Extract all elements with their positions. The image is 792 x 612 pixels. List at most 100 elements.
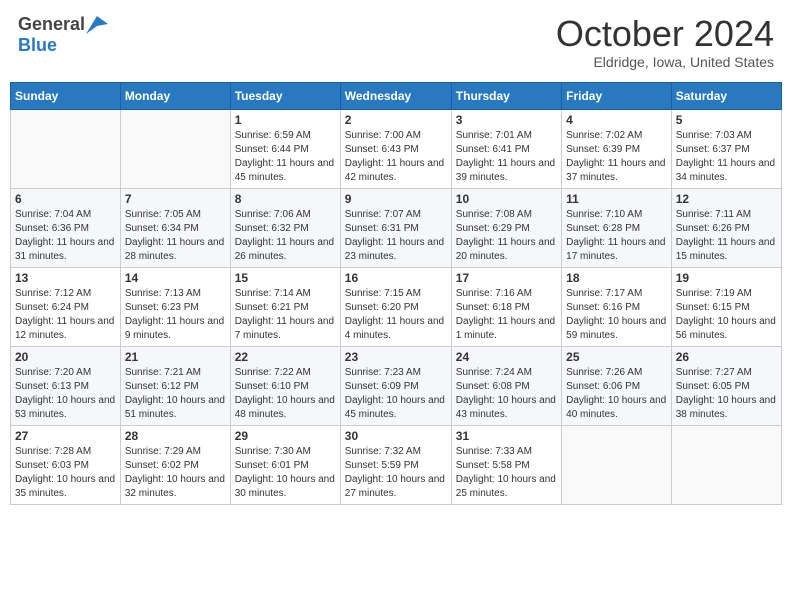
logo: General Blue (18, 14, 108, 56)
day-info: Sunrise: 6:59 AMSunset: 6:44 PMDaylight:… (235, 129, 336, 185)
day-info: Sunrise: 7:12 AMSunset: 6:24 PMDaylight:… (15, 287, 116, 343)
logo-blue-text: Blue (18, 35, 57, 55)
day-info: Sunrise: 7:30 AMSunset: 6:01 PMDaylight:… (235, 445, 336, 501)
calendar-week-3: 13 Sunrise: 7:12 AMSunset: 6:24 PMDayligh… (11, 267, 782, 346)
logo-general-text: General (18, 14, 85, 35)
day-info: Sunrise: 7:05 AMSunset: 6:34 PMDaylight:… (125, 208, 226, 264)
calendar-cell-w4-d2: 21 Sunrise: 7:21 AMSunset: 6:12 PMDayligh… (120, 346, 230, 425)
day-number: 13 (15, 271, 116, 285)
day-info: Sunrise: 7:00 AMSunset: 6:43 PMDaylight:… (345, 129, 447, 185)
day-number: 29 (235, 429, 336, 443)
calendar-cell-w2-d4: 9Sunrise: 7:07 AMSunset: 6:31 PMDaylight… (340, 188, 451, 267)
day-info: Sunrise: 7:04 AMSunset: 6:36 PMDaylight:… (15, 208, 116, 264)
location-text: Eldridge, Iowa, United States (556, 54, 774, 70)
calendar-week-5: 27 Sunrise: 7:28 AMSunset: 6:03 PMDayligh… (11, 425, 782, 504)
calendar-cell-w3-d4: 16 Sunrise: 7:15 AMSunset: 6:20 PMDayligh… (340, 267, 451, 346)
day-number: 18 (566, 271, 667, 285)
col-sunday: Sunday (11, 82, 121, 109)
day-info: Sunrise: 7:01 AMSunset: 6:41 PMDaylight:… (456, 129, 557, 185)
col-tuesday: Tuesday (230, 82, 340, 109)
day-info: Sunrise: 7:07 AMSunset: 6:31 PMDaylight:… (345, 208, 447, 264)
day-number: 3 (456, 113, 557, 127)
day-info: Sunrise: 7:15 AMSunset: 6:20 PMDaylight:… (345, 287, 447, 343)
calendar-cell-w2-d3: 8 Sunrise: 7:06 AMSunset: 6:32 PMDaylight… (230, 188, 340, 267)
day-info: Sunrise: 7:02 AMSunset: 6:39 PMDaylight:… (566, 129, 667, 185)
calendar-cell-w1-d6: 4 Sunrise: 7:02 AMSunset: 6:39 PMDaylight… (562, 109, 672, 188)
day-info: Sunrise: 7:17 AMSunset: 6:16 PMDaylight:… (566, 287, 667, 343)
calendar-cell-w4-d1: 20 Sunrise: 7:20 AMSunset: 6:13 PMDayligh… (11, 346, 121, 425)
day-number: 25 (566, 350, 667, 364)
calendar-cell-w1-d3: 1Sunrise: 6:59 AMSunset: 6:44 PMDaylight… (230, 109, 340, 188)
calendar-cell-w5-d2: 28 Sunrise: 7:29 AMSunset: 6:02 PMDayligh… (120, 425, 230, 504)
calendar-cell-w1-d2 (120, 109, 230, 188)
day-info: Sunrise: 7:33 AMSunset: 5:58 PMDaylight:… (456, 445, 557, 501)
col-saturday: Saturday (671, 82, 781, 109)
calendar-cell-w4-d7: 26 Sunrise: 7:27 AMSunset: 6:05 PMDayligh… (671, 346, 781, 425)
col-monday: Monday (120, 82, 230, 109)
calendar-cell-w4-d3: 22 Sunrise: 7:22 AMSunset: 6:10 PMDayligh… (230, 346, 340, 425)
calendar-cell-w1-d1 (11, 109, 121, 188)
day-number: 21 (125, 350, 226, 364)
calendar-cell-w3-d2: 14 Sunrise: 7:13 AMSunset: 6:23 PMDayligh… (120, 267, 230, 346)
calendar-cell-w1-d4: 2 Sunrise: 7:00 AMSunset: 6:43 PMDaylight… (340, 109, 451, 188)
calendar-week-1: 1Sunrise: 6:59 AMSunset: 6:44 PMDaylight… (11, 109, 782, 188)
day-number: 15 (235, 271, 336, 285)
day-info: Sunrise: 7:19 AMSunset: 6:15 PMDaylight:… (676, 287, 777, 343)
calendar-cell-w5-d1: 27 Sunrise: 7:28 AMSunset: 6:03 PMDayligh… (11, 425, 121, 504)
day-number: 5 (676, 113, 777, 127)
calendar-cell-w3-d7: 19 Sunrise: 7:19 AMSunset: 6:15 PMDayligh… (671, 267, 781, 346)
calendar-header-row: Sunday Monday Tuesday Wednesday Thursday… (11, 82, 782, 109)
day-info: Sunrise: 7:14 AMSunset: 6:21 PMDaylight:… (235, 287, 336, 343)
day-number: 20 (15, 350, 116, 364)
day-number: 16 (345, 271, 447, 285)
logo-bird-icon (86, 16, 108, 34)
day-number: 17 (456, 271, 557, 285)
page-header: General Blue October 2024 Eldridge, Iowa… (10, 10, 782, 74)
day-number: 30 (345, 429, 447, 443)
day-info: Sunrise: 7:24 AMSunset: 6:08 PMDaylight:… (456, 366, 557, 422)
calendar-week-2: 6Sunrise: 7:04 AMSunset: 6:36 PMDaylight… (11, 188, 782, 267)
calendar-cell-w3-d6: 18 Sunrise: 7:17 AMSunset: 6:16 PMDayligh… (562, 267, 672, 346)
calendar-cell-w2-d1: 6Sunrise: 7:04 AMSunset: 6:36 PMDaylight… (11, 188, 121, 267)
day-info: Sunrise: 7:06 AMSunset: 6:32 PMDaylight:… (235, 208, 336, 264)
day-number: 11 (566, 192, 667, 206)
calendar-cell-w2-d6: 11 Sunrise: 7:10 AMSunset: 6:28 PMDayligh… (562, 188, 672, 267)
calendar-cell-w4-d6: 25 Sunrise: 7:26 AMSunset: 6:06 PMDayligh… (562, 346, 672, 425)
col-friday: Friday (562, 82, 672, 109)
day-info: Sunrise: 7:21 AMSunset: 6:12 PMDaylight:… (125, 366, 226, 422)
calendar-cell-w5-d7 (671, 425, 781, 504)
title-section: October 2024 Eldridge, Iowa, United Stat… (556, 14, 774, 70)
day-info: Sunrise: 7:27 AMSunset: 6:05 PMDaylight:… (676, 366, 777, 422)
day-info: Sunrise: 7:28 AMSunset: 6:03 PMDaylight:… (15, 445, 116, 501)
day-number: 31 (456, 429, 557, 443)
day-number: 28 (125, 429, 226, 443)
calendar-cell-w5-d6 (562, 425, 672, 504)
day-number: 24 (456, 350, 557, 364)
day-number: 10 (456, 192, 557, 206)
calendar-cell-w4-d5: 24 Sunrise: 7:24 AMSunset: 6:08 PMDayligh… (451, 346, 561, 425)
day-info: Sunrise: 7:11 AMSunset: 6:26 PMDaylight:… (676, 208, 777, 264)
day-number: 19 (676, 271, 777, 285)
day-number: 8 (235, 192, 336, 206)
calendar-cell-w5-d4: 30Sunrise: 7:32 AMSunset: 5:59 PMDayligh… (340, 425, 451, 504)
day-number: 2 (345, 113, 447, 127)
day-number: 14 (125, 271, 226, 285)
col-thursday: Thursday (451, 82, 561, 109)
day-number: 27 (15, 429, 116, 443)
day-info: Sunrise: 7:13 AMSunset: 6:23 PMDaylight:… (125, 287, 226, 343)
day-info: Sunrise: 7:10 AMSunset: 6:28 PMDaylight:… (566, 208, 667, 264)
day-number: 12 (676, 192, 777, 206)
day-info: Sunrise: 7:20 AMSunset: 6:13 PMDaylight:… (15, 366, 116, 422)
day-number: 7 (125, 192, 226, 206)
day-number: 22 (235, 350, 336, 364)
day-number: 26 (676, 350, 777, 364)
calendar-cell-w4-d4: 23Sunrise: 7:23 AMSunset: 6:09 PMDayligh… (340, 346, 451, 425)
day-info: Sunrise: 7:23 AMSunset: 6:09 PMDaylight:… (345, 366, 447, 422)
calendar-cell-w3-d3: 15 Sunrise: 7:14 AMSunset: 6:21 PMDayligh… (230, 267, 340, 346)
calendar-cell-w1-d5: 3 Sunrise: 7:01 AMSunset: 6:41 PMDaylight… (451, 109, 561, 188)
day-number: 4 (566, 113, 667, 127)
day-info: Sunrise: 7:26 AMSunset: 6:06 PMDaylight:… (566, 366, 667, 422)
day-info: Sunrise: 7:16 AMSunset: 6:18 PMDaylight:… (456, 287, 557, 343)
day-info: Sunrise: 7:22 AMSunset: 6:10 PMDaylight:… (235, 366, 336, 422)
day-info: Sunrise: 7:29 AMSunset: 6:02 PMDaylight:… (125, 445, 226, 501)
